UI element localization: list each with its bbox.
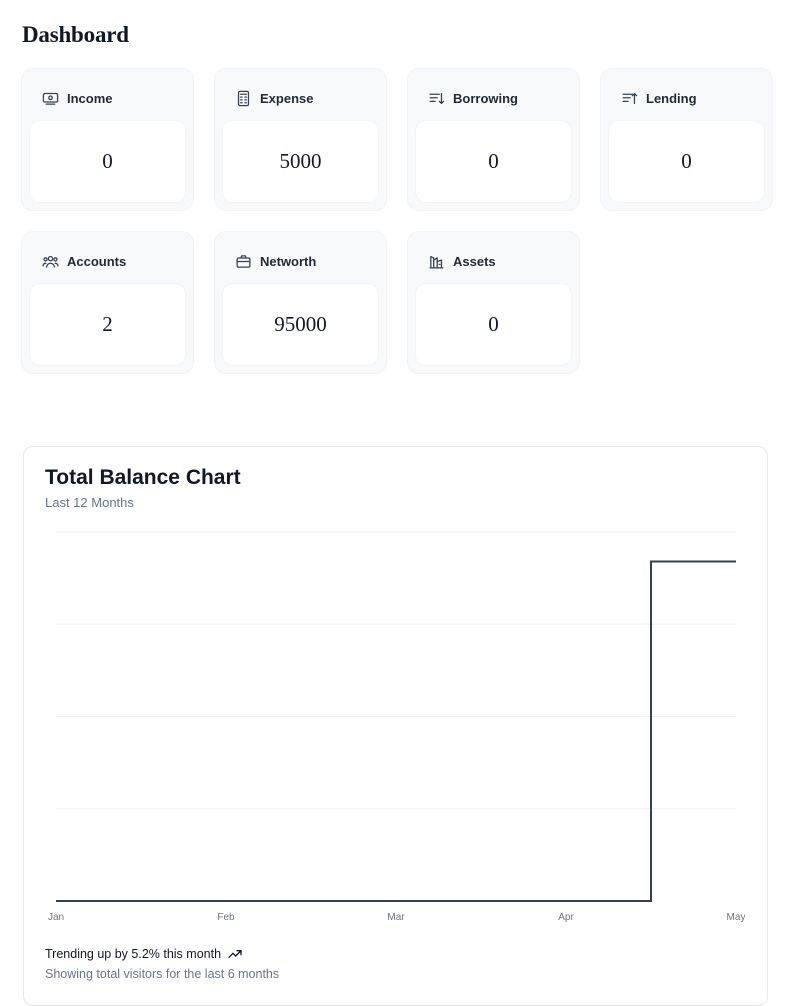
stat-card-income[interactable]: Income 0 [21, 68, 194, 211]
stat-card-header: Income [42, 89, 113, 107]
x-tick-label: Apr [558, 912, 574, 923]
balance-line-chart: Jan Feb Mar Apr May [48, 531, 746, 923]
assets-icon [428, 253, 445, 270]
trend-summary: Trending up by 5.2% this month [45, 946, 243, 962]
stat-value: 2 [102, 312, 113, 336]
stat-label: Lending [646, 90, 697, 106]
stat-value-box: 5000 [223, 121, 378, 202]
trending-up-icon [227, 946, 243, 962]
page-title: Dashboard [22, 22, 129, 47]
stat-value: 0 [488, 312, 499, 336]
stat-value-box: 0 [416, 121, 571, 202]
stat-label: Networth [260, 253, 317, 269]
stat-card-header: Lending [621, 89, 697, 107]
stat-label: Borrowing [453, 90, 518, 106]
stat-card-borrowing[interactable]: Borrowing 0 [407, 68, 580, 211]
borrowing-icon [428, 90, 445, 107]
stat-value-box: 0 [30, 121, 185, 202]
x-tick-label: Jan [48, 912, 64, 923]
balance-series-line [56, 560, 736, 902]
stat-card-assets[interactable]: Assets 0 [407, 231, 580, 374]
x-tick-label: Feb [217, 912, 235, 923]
accounts-icon [42, 253, 59, 270]
stat-label: Accounts [67, 253, 127, 269]
stat-card-header: Accounts [42, 252, 126, 270]
stat-label: Assets [453, 253, 496, 269]
income-icon [42, 90, 59, 107]
stat-card-networth[interactable]: Networth 95000 [214, 231, 387, 374]
stat-value: 95000 [274, 312, 327, 336]
lending-icon [621, 90, 638, 107]
stat-value: 0 [681, 149, 692, 173]
expense-icon [235, 90, 252, 107]
trend-text: Trending up by 5.2% this month [45, 947, 222, 961]
stat-value-box: 0 [609, 121, 764, 202]
stat-card-header: Expense [235, 89, 313, 107]
stat-card-header: Networth [235, 252, 316, 270]
stat-card-expense[interactable]: Expense 5000 [214, 68, 387, 211]
stat-value: 0 [102, 149, 113, 173]
stat-value: 0 [488, 149, 499, 173]
stat-label: Income [67, 90, 113, 106]
stat-label: Expense [260, 90, 314, 106]
x-tick-label: Mar [387, 912, 405, 923]
x-tick-label: May [727, 912, 746, 923]
stat-card-header: Borrowing [428, 89, 518, 107]
networth-icon [235, 253, 252, 270]
chart-footer-note: Showing total visitors for the last 6 mo… [45, 967, 280, 981]
total-balance-chart-card: Total Balance Chart Last 12 Months Jan Fe… [23, 446, 768, 1006]
stat-value-box: 95000 [223, 284, 378, 365]
stat-value-box: 2 [30, 284, 185, 365]
stat-card-lending[interactable]: Lending 0 [600, 68, 773, 211]
stat-value-box: 0 [416, 284, 571, 365]
stat-card-header: Assets [428, 252, 496, 270]
stat-value: 5000 [279, 149, 322, 173]
stat-card-accounts[interactable]: Accounts 2 [21, 231, 194, 374]
